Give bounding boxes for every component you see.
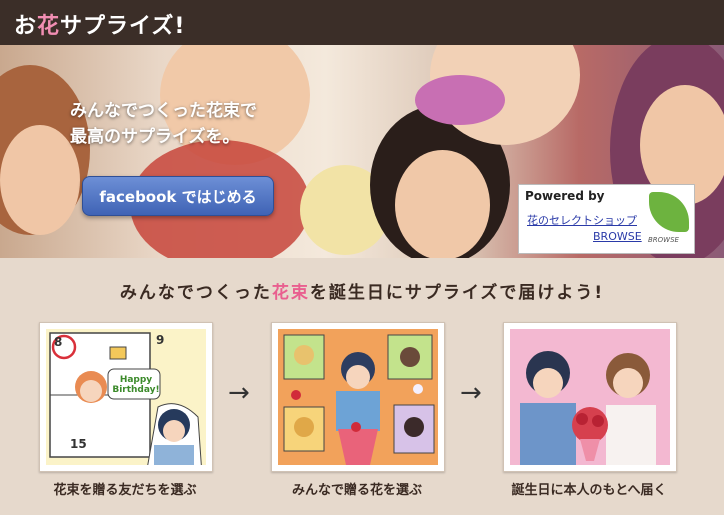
bouquet-icon (572, 407, 608, 443)
tagline-pre: みんなでつくった (119, 283, 272, 303)
logo-suffix: サプライズ! (60, 14, 186, 39)
step-1-illustration: 8 9 15 Happy Birthday! (39, 322, 213, 472)
step-1-caption: 花束を贈る友だちを選ぶ (53, 483, 197, 498)
calendar-date-15: 15 (70, 437, 87, 451)
tagline-highlight: 花束 (271, 283, 310, 303)
photo-party-hat (415, 75, 505, 125)
flower-shop-link[interactable]: 花のセレクトショップ (527, 212, 637, 228)
cake-icon (109, 346, 127, 360)
hero-line-2: 最高のサプライズを。 (70, 127, 240, 147)
step-2-caption: みんなで贈る花を選ぶ (291, 483, 422, 498)
site-logo[interactable]: お花サプライズ! (14, 8, 185, 40)
bubble-line-2: Birthday! (112, 385, 160, 395)
delivery-illustration (510, 329, 670, 465)
logo-prefix: お (14, 14, 38, 39)
friends-flowers-illustration (278, 329, 438, 465)
bubble-line-1: Happy (119, 375, 153, 385)
hero-banner: みんなでつくった花束で 最高のサプライズを。 facebook ではじめる Po… (0, 45, 724, 258)
logo-accent: 花 (37, 14, 61, 39)
step-2-illustration (271, 322, 445, 472)
leaf-icon (649, 192, 689, 232)
hero-line-1: みんなでつくった花束で (70, 101, 257, 121)
rose-icon (351, 422, 361, 432)
tagline: みんなでつくった花束を誕生日にサプライズで届けよう! (0, 278, 724, 303)
top-bar: お花サプライズ! (0, 0, 724, 45)
photo-face-left (0, 125, 80, 235)
step-3-caption: 誕生日に本人のもとへ届く (511, 483, 667, 498)
arrow-icon-1: → (228, 378, 250, 408)
facebook-start-button[interactable]: facebook ではじめる (82, 176, 274, 216)
hero-headline: みんなでつくった花束で 最高のサプライズを。 (70, 98, 257, 150)
tagline-post: を誕生日にサプライズで届けよう! (309, 283, 605, 303)
powered-by-title: Powered by (525, 189, 605, 203)
calendar-date-9: 9 (156, 333, 165, 347)
browse-logo[interactable]: BROWSE (647, 190, 691, 248)
photo-face-girl (395, 150, 490, 258)
birthday-bubble: Happy Birthday! (112, 375, 160, 395)
browse-logo-text: BROWSE (648, 236, 679, 244)
powered-by-box: Powered by 花のセレクトショップ BROWSE BROWSE (518, 184, 695, 254)
step-3-illustration (503, 322, 677, 472)
arrow-icon-2: → (460, 378, 482, 408)
browse-link[interactable]: BROWSE (593, 230, 642, 243)
calendar-date-8: 8 (54, 335, 63, 349)
